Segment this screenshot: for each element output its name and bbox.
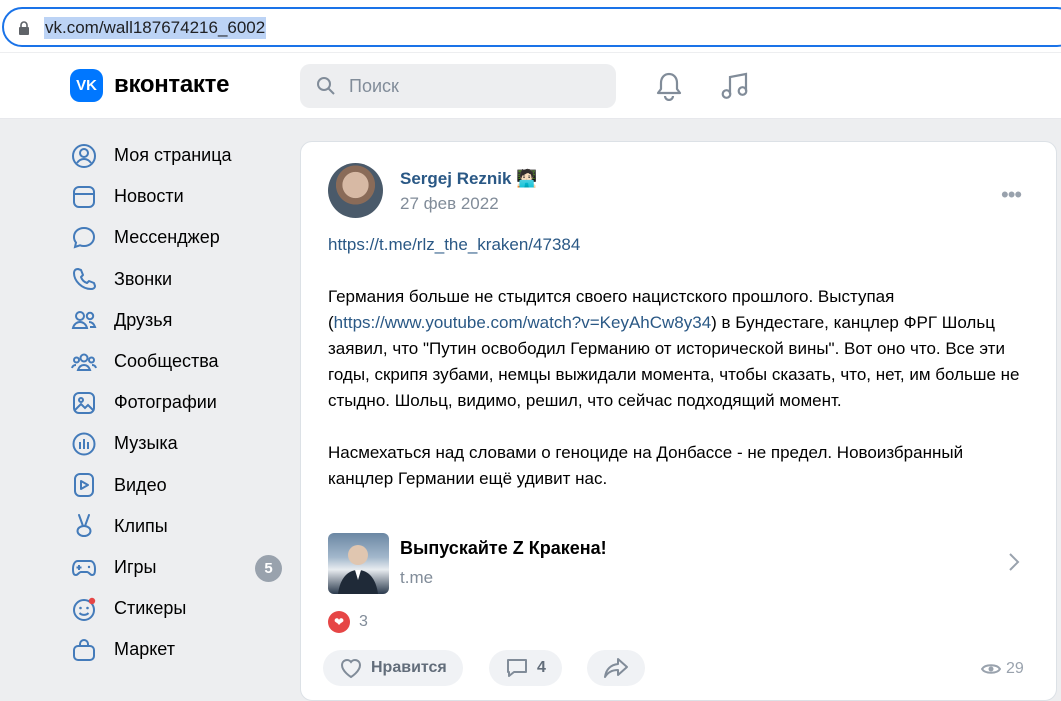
sidebar-item-calls[interactable]: Звонки [70,259,285,300]
sidebar-item-label: Друзья [114,309,173,330]
site-header: VK вконтакте Поиск [0,53,1061,119]
url-field[interactable]: vk.com/wall187674216_6002 [2,7,1061,47]
communities-icon [71,353,97,371]
music-note-icon[interactable] [720,71,750,101]
left-sidebar-menu: Моя страница Новости Мессенджер Звонки Д… [70,135,285,670]
market-icon [73,638,95,661]
sidebar-item-stickers[interactable]: Стикеры [70,588,285,629]
search-icon [317,77,335,95]
sidebar-item-my-page[interactable]: Моя страница [70,135,285,176]
likes-summary[interactable]: ❤ 3 [328,611,368,633]
author-avatar[interactable] [328,163,383,218]
gamepad-icon [71,560,97,577]
sidebar-item-label: Моя страница [114,145,232,166]
telegram-link[interactable]: https://t.me/rlz_the_kraken/47384 [328,235,580,254]
sidebar-item-games[interactable]: Игры 5 [70,547,285,588]
sidebar-item-label: Клипы [114,515,168,536]
sidebar-item-communities[interactable]: Сообщества [70,341,285,382]
link-snippet-domain: t.me [400,568,434,587]
youtube-link[interactable]: https://www.youtube.com/watch?v=KeyAhCw8… [334,313,712,332]
search-box[interactable]: Поиск [300,64,616,108]
chevron-right-icon[interactable] [1008,552,1020,572]
logo-text[interactable]: вконтакте [114,71,229,99]
comments-count: 4 [537,659,546,676]
sidebar-item-label: Музыка [114,433,178,454]
friends-icon [71,311,97,330]
sidebar-item-label: Маркет [114,639,175,660]
sidebar-item-label: Новости [114,186,184,207]
sidebar-item-news[interactable]: Новости [70,176,285,217]
music-icon [72,432,96,456]
clips-icon [76,514,92,538]
post-date[interactable]: 27 фев 2022 [400,194,499,214]
wall-post: Sergej Reznik 🧑🏻‍💻 27 фев 2022 ••• https… [300,141,1057,701]
paragraph-2: Насмехаться над словами о геноциде на До… [328,443,964,488]
news-icon [73,185,95,208]
browser-address-bar: vk.com/wall187674216_6002 [0,0,1061,52]
like-button[interactable]: Нравится [323,650,463,686]
sidebar-item-video[interactable]: Видео [70,465,285,506]
person-photo-icon [338,545,378,594]
heart-icon: ❤ [328,611,350,633]
sidebar-item-label: Игры [114,556,157,577]
eye-icon [981,664,1001,674]
user-circle-icon [72,143,96,168]
phone-icon [73,268,96,291]
sidebar-item-label: Звонки [114,268,173,289]
like-label: Нравится [371,659,447,676]
post-text: https://t.me/rlz_the_kraken/47384 Герман… [328,232,1028,518]
lock-icon [19,21,29,35]
author-name[interactable]: Sergej Reznik [400,169,512,188]
heart-outline-icon [340,659,362,679]
sidebar-item-clips[interactable]: Клипы [70,506,285,547]
sidebar-item-label: Мессенджер [114,227,220,248]
url-text[interactable]: vk.com/wall187674216_6002 [44,17,267,39]
share-icon [604,658,628,678]
likes-count: 3 [359,613,368,630]
comment-icon [507,659,527,677]
author-emoji: 🧑🏻‍💻 [516,169,538,188]
video-icon [74,473,94,498]
message-icon [72,226,96,249]
sidebar-item-photos[interactable]: Фотографии [70,382,285,423]
vk-logo-icon[interactable]: VK [70,69,103,102]
comment-button[interactable]: 4 [489,650,562,686]
sidebar-item-label: Видео [114,474,167,495]
link-snippet-title[interactable]: Выпускайте Z Кракена! [400,538,607,559]
link-snippet-image[interactable] [328,533,389,594]
sidebar-item-friends[interactable]: Друзья [70,300,285,341]
views-count: 29 [1006,660,1024,677]
sidebar-item-messenger[interactable]: Мессенджер [70,217,285,258]
sticker-icon [73,597,96,621]
sidebar-item-label: Фотографии [114,392,217,413]
sidebar-item-label: Стикеры [114,598,187,619]
sidebar-item-label: Сообщества [114,351,219,372]
share-button[interactable] [587,650,645,686]
sidebar-item-market[interactable]: Маркет [70,629,285,670]
more-options-icon[interactable]: ••• [1001,182,1022,208]
post-author[interactable]: Sergej Reznik 🧑🏻‍💻 [400,169,537,189]
bell-icon[interactable] [655,71,683,101]
games-count-badge: 5 [255,554,282,582]
sidebar-item-music[interactable]: Музыка [70,423,285,464]
photo-icon [73,391,95,414]
views-counter: 29 [981,660,1024,678]
search-input[interactable]: Поиск [349,76,399,97]
